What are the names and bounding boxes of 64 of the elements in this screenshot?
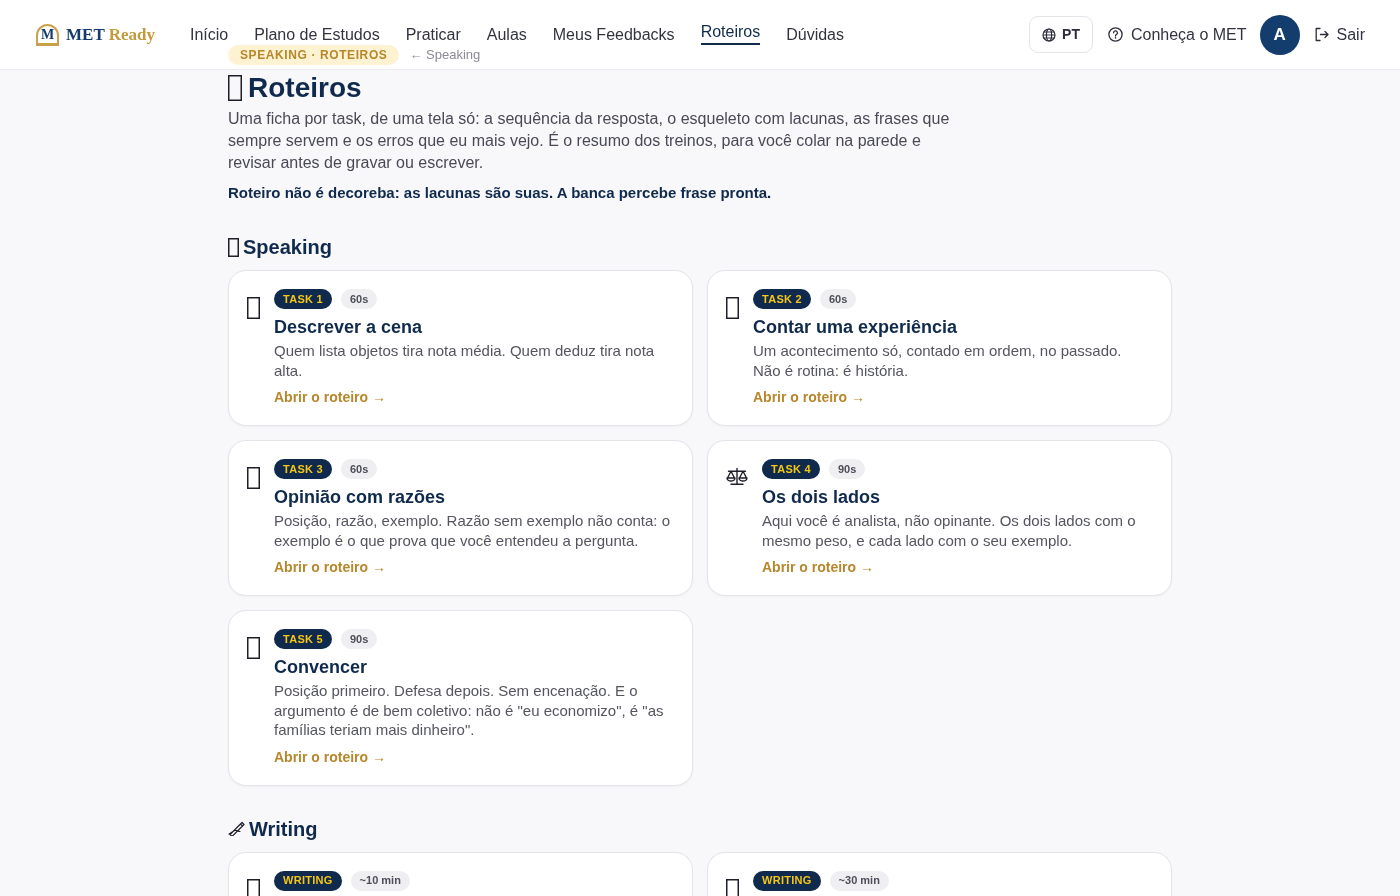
duration-badge: ~30 min: [829, 870, 889, 891]
missing-glyph-icon: [726, 878, 739, 896]
card-description: Um acontecimento só, contado em ordem, no passado. Não é rotina: é história.: [753, 341, 1123, 380]
duration-badge: ~10 min: [350, 870, 410, 891]
duration-badge: 60s: [819, 289, 857, 309]
logout-link[interactable]: Sair: [1313, 22, 1365, 47]
task-badge: TASK 4: [762, 459, 820, 479]
card-title: Descrever a cena: [274, 316, 424, 339]
card-title: Os dois lados: [762, 486, 882, 509]
card-description: Aqui você é analista, não opinante. Os dois lados com o mesmo peso, e cada lado com o seu exemplo.: [762, 511, 1137, 550]
duration-badge: 90s: [828, 459, 866, 479]
section-title: Writing: [249, 816, 318, 842]
missing-glyph-icon: [247, 467, 260, 489]
task-card[interactable]: TASK 3 60s Opinião com razões Posição, razão, exemplo. Razão sem exemplo não conta: o exemplo é o que prova que você entendeu a pergunta. Abrir o roteiro →: [228, 440, 693, 596]
missing-glyph-icon: [726, 297, 739, 319]
nav-link[interactable]: Plano de Estudos: [254, 26, 380, 43]
globe-icon: [1042, 27, 1057, 42]
page-description: Uma ficha por task, de uma tela só: a sequência da resposta, o esqueleto com lacunas, as frases que sempre servem e os erros que eu mais vejo. É o resumo dos treinos, para você colar na parede e revisar antes de gravar ou escrever.: [228, 109, 951, 173]
logout-icon: [1313, 27, 1329, 42]
nav-link[interactable]: Meus Feedbacks: [552, 26, 675, 43]
duration-badge: 60s: [340, 289, 378, 309]
task-card[interactable]: WRITING ~10 min: [228, 851, 693, 896]
card-title: Opinião com razões: [274, 486, 447, 509]
nav-link[interactable]: Roteiros: [700, 24, 761, 45]
card-description: Posição, razão, exemplo. Razão sem exemplo não conta: o exemplo é o que prova que você entendeu a pergunta.: [274, 511, 672, 550]
nav-link[interactable]: Aulas: [486, 26, 527, 43]
card-description: Quem lista objetos tira nota média. Quem deduz tira nota alta.: [274, 341, 656, 380]
duration-badge: 60s: [340, 459, 378, 479]
logo-text: MET Ready: [66, 23, 155, 46]
nav-link[interactable]: Início: [189, 26, 229, 43]
task-badge: WRITING: [753, 870, 821, 891]
card-title: Convencer: [274, 656, 369, 679]
back-link[interactable]: ← Speaking: [409, 47, 481, 63]
missing-glyph-icon: [228, 237, 239, 257]
pen-icon: [228, 821, 245, 836]
section-title: Speaking: [243, 235, 332, 260]
missing-glyph-icon: [228, 75, 242, 101]
scales-icon: [726, 467, 748, 486]
help-icon: [1107, 27, 1123, 42]
card-title: Contar uma experiência: [753, 316, 959, 339]
task-badge: TASK 1: [274, 289, 332, 309]
task-badge: TASK 2: [753, 289, 811, 309]
card-description: Posição primeiro. Defesa depois. Sem encenação. E o argumento é de bem coletivo: não é "eu economizo", é "as famílias teriam mais dinheiro".: [274, 681, 665, 740]
task-card[interactable]: TASK 5 90s Convencer Posição primeiro. Defesa depois. Sem encenação. E o argumento é de bem coletivo: não é "eu economizo", é "as famílias teriam mais dinheiro". Abrir o roteiro →: [228, 610, 693, 786]
task-card[interactable]: WRITING ~30 min: [707, 851, 1172, 896]
help-link[interactable]: Conheça o MET: [1107, 22, 1247, 47]
language-button[interactable]: PT: [1029, 16, 1093, 53]
nav-link[interactable]: Praticar: [405, 26, 461, 43]
missing-glyph-icon: [247, 297, 260, 319]
task-badge: TASK 5: [274, 629, 332, 649]
task-badge: TASK 3: [274, 459, 332, 479]
page-title: Roteiros: [248, 71, 362, 105]
task-card[interactable]: TASK 2 60s Contar uma experiência Um acontecimento só, contado em ordem, no passado. Não é rotina: é história. Abrir o roteiro →: [707, 270, 1172, 426]
avatar[interactable]: A: [1259, 14, 1300, 55]
duration-badge: 90s: [340, 629, 378, 649]
breadcrumb-badge: SPEAKING · ROTEIROS: [228, 45, 400, 65]
task-card[interactable]: TASK 1 60s Descrever a cena Quem lista objetos tira nota média. Quem deduz tira nota alta. Abrir o roteiro →: [228, 270, 693, 426]
missing-glyph-icon: [247, 637, 260, 659]
task-card[interactable]: TASK 4 90s Os dois lados Aqui você é analista, não opinante. Os dois lados com o mesmo peso, e cada lado com o seu exemplo. Abrir o roteiro →: [707, 440, 1172, 596]
task-badge: WRITING: [274, 870, 342, 891]
logo-mark: M: [36, 23, 59, 46]
page-note: Roteiro não é decoreba: as lacunas são suas. A banca percebe frase pronta.: [228, 183, 773, 203]
nav-link[interactable]: Dúvidas: [786, 26, 844, 43]
missing-glyph-icon: [247, 878, 260, 896]
